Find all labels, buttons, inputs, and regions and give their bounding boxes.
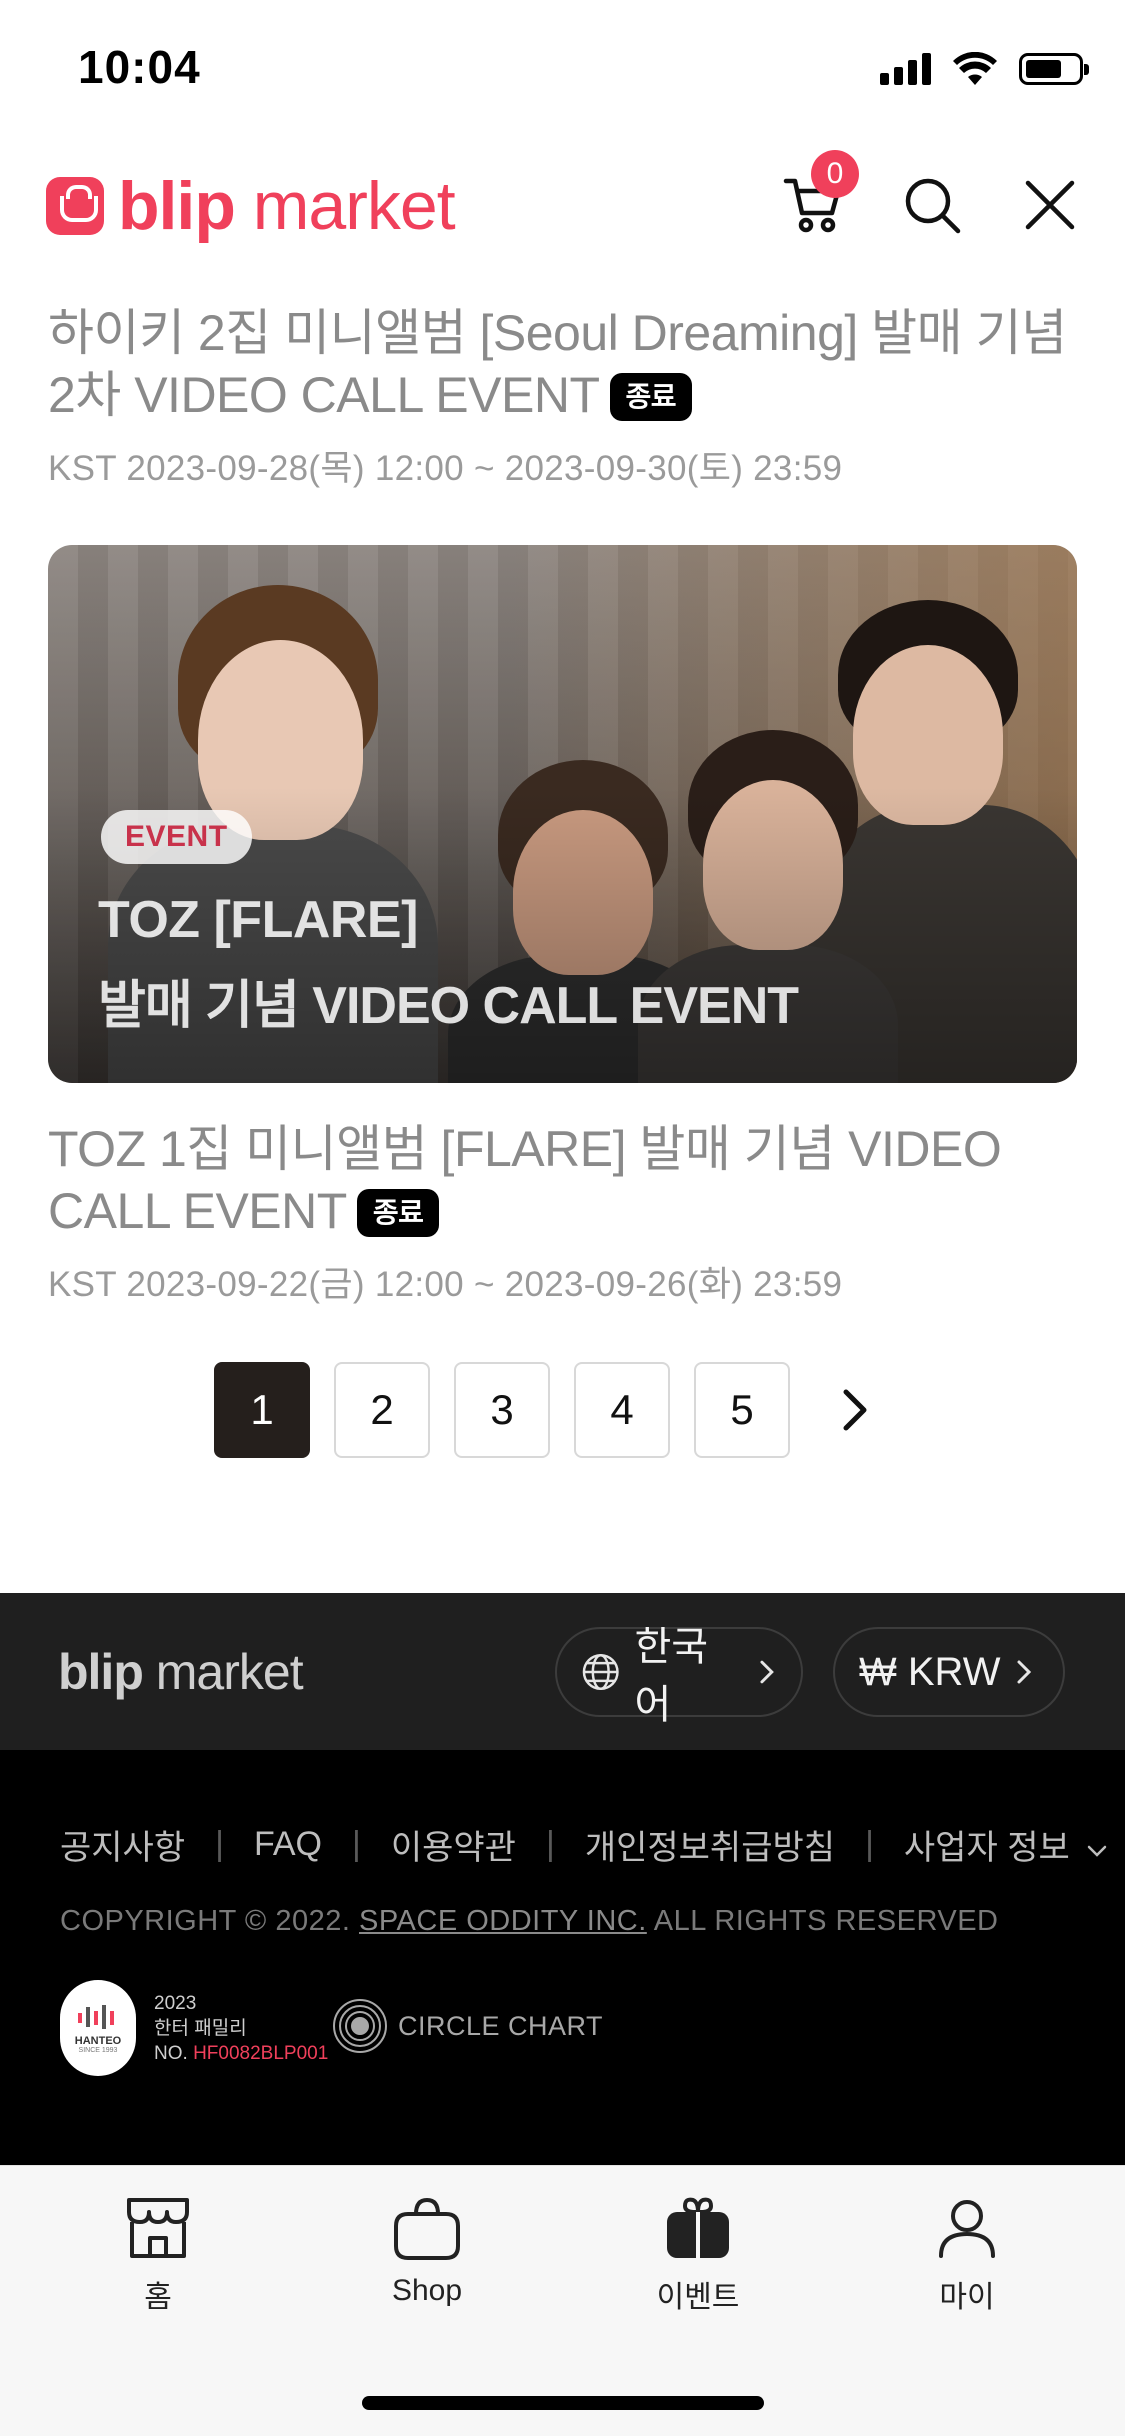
bag-icon xyxy=(394,2198,460,2260)
event-title: TOZ 1집 미니앨범 [FLARE] 발매 기념 VIDEO CALL EVE… xyxy=(48,1121,1002,1239)
hanteo-seal-icon: HANTEO SINCE 1993 xyxy=(60,1980,136,2076)
gift-icon xyxy=(667,2197,729,2258)
circle-chart-badge: CIRCLE CHART xyxy=(332,1998,603,2054)
tab-home[interactable]: 홈 xyxy=(78,2196,238,2316)
hanteo-family-badge: HANTEO SINCE 1993 2023 한터 패밀리 NO. HF0082… xyxy=(60,1980,328,2076)
footer-link-business-info[interactable]: 사업자 정보 xyxy=(904,1820,1109,1869)
chevron-right-icon xyxy=(843,1389,867,1431)
copyright: COPYRIGHT © 2022. SPACE ODDITY INC. ALL … xyxy=(60,1905,999,1937)
store-icon xyxy=(127,2198,189,2258)
wifi-icon xyxy=(953,52,997,85)
ended-badge: 종료 xyxy=(609,373,693,421)
banner-title-line1: TOZ [FLARE] xyxy=(98,891,418,949)
home-indicator xyxy=(362,2396,764,2410)
battery-icon xyxy=(1019,53,1089,85)
event-period: KST 2023-09-28(목) 12:00 ~ 2023-09-30(토) … xyxy=(48,449,843,488)
next-page-button[interactable] xyxy=(814,1362,894,1458)
page-button-3[interactable]: 3 xyxy=(454,1362,550,1458)
footer-link-terms[interactable]: 이용약관 xyxy=(391,1820,516,1869)
event-item[interactable]: TOZ 1집 미니앨범 [FLARE] 발매 기념 VIDEO CALL EVE… xyxy=(48,1118,1078,1307)
currency-selector[interactable]: ₩ KRW xyxy=(833,1627,1065,1717)
hanteo-text: 2023 한터 패밀리 NO. HF0082BLP001 xyxy=(154,1992,329,2064)
signal-icon xyxy=(880,53,931,85)
tab-my[interactable]: 마이 xyxy=(887,2196,1047,2316)
event-title: 하이키 2집 미니앨범 [Seoul Dreaming] 발매 기념 2차 VI… xyxy=(48,305,1067,423)
ended-badge: 종료 xyxy=(356,1189,440,1237)
footer-main: 공지사항 | FAQ | 이용약관 | 개인정보취급방침 | 사업자 정보 CO… xyxy=(0,1750,1125,2165)
chevron-right-icon xyxy=(1017,1660,1032,1684)
status-time: 10:04 xyxy=(78,41,201,93)
app-header: blip market 0 xyxy=(0,150,1125,260)
blip-market-logo[interactable]: blip market xyxy=(46,168,456,244)
event-item[interactable]: 하이키 2집 미니앨범 [Seoul Dreaming] 발매 기념 2차 VI… xyxy=(48,302,1078,491)
person-icon xyxy=(939,2200,995,2258)
footer-logo: blip market xyxy=(58,1644,304,1700)
pagination: 1 2 3 4 5 xyxy=(214,1362,894,1458)
bag-logo-icon xyxy=(46,177,104,235)
currency-label: ₩ KRW xyxy=(859,1649,1001,1694)
tab-event[interactable]: 이벤트 xyxy=(618,2196,778,2316)
page-button-5[interactable]: 5 xyxy=(694,1362,790,1458)
page-button-4[interactable]: 4 xyxy=(574,1362,670,1458)
page-button-2[interactable]: 2 xyxy=(334,1362,430,1458)
logo-text: blip market xyxy=(118,168,456,244)
footer-top: blip market 한국어 ₩ KRW xyxy=(0,1593,1125,1750)
language-label: 한국어 xyxy=(634,1625,709,1727)
footer-link-notice[interactable]: 공지사항 xyxy=(60,1820,185,1869)
circle-chart-icon xyxy=(333,1999,387,2053)
close-icon xyxy=(1025,180,1075,230)
language-selector[interactable]: 한국어 xyxy=(555,1625,803,1727)
footer-links: 공지사항 | FAQ | 이용약관 | 개인정보취급방침 | 사업자 정보 xyxy=(60,1820,1109,1869)
globe-icon xyxy=(582,1654,619,1690)
chevron-right-icon xyxy=(760,1660,775,1684)
header-actions: 0 xyxy=(779,150,1085,240)
company-link[interactable]: SPACE ODDITY INC. xyxy=(359,1905,647,1937)
search-icon xyxy=(905,178,961,234)
banner-event-tag: EVENT xyxy=(101,810,252,864)
tab-shop[interactable]: Shop xyxy=(347,2196,507,2308)
event-period: KST 2023-09-22(금) 12:00 ~ 2023-09-26(화) … xyxy=(48,1265,843,1304)
cart-button[interactable]: 0 xyxy=(779,150,859,240)
footer-link-privacy[interactable]: 개인정보취급방침 xyxy=(585,1820,835,1869)
page-button-1[interactable]: 1 xyxy=(214,1362,310,1458)
banner-title-line2: 발매 기념 VIDEO CALL EVENT xyxy=(98,977,799,1035)
search-button[interactable] xyxy=(897,170,967,240)
close-button[interactable] xyxy=(1015,170,1085,240)
footer-link-faq[interactable]: FAQ xyxy=(254,1825,322,1864)
chevron-down-icon xyxy=(1087,1845,1107,1857)
status-bar: 10:04 xyxy=(0,0,1125,135)
event-banner-image[interactable]: EVENT TOZ [FLARE] 발매 기념 VIDEO CALL EVENT xyxy=(48,545,1077,1083)
status-icons xyxy=(880,52,1089,86)
cart-count-badge: 0 xyxy=(811,150,859,198)
